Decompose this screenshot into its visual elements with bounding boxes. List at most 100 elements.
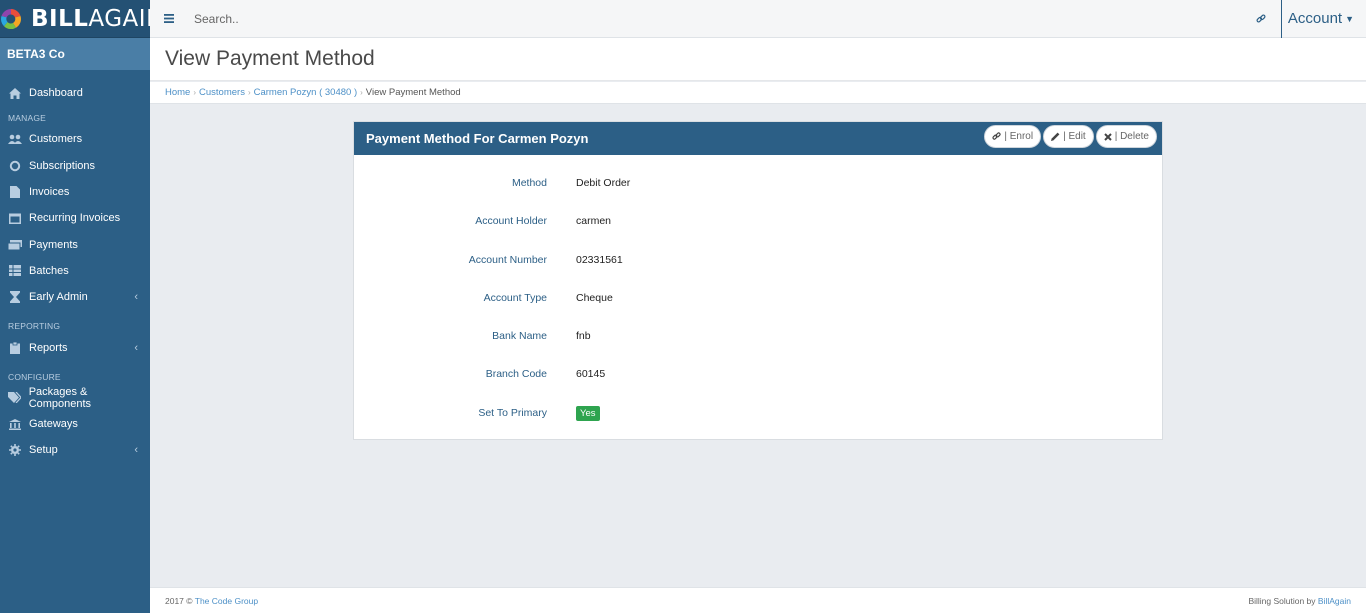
money-icon [8, 239, 22, 251]
detail-value: 60145 [576, 368, 606, 381]
delete-label: | Delete [1114, 131, 1149, 142]
menu-toggle-icon[interactable] [150, 0, 188, 38]
status-badge: Yes [576, 405, 600, 421]
chevron-left-icon: ‹ [134, 444, 138, 457]
breadcrumb: Home › Customers › Carmen Pozyn ( 30480 … [150, 82, 1366, 104]
sidebar-item-reports[interactable]: Reports ‹ [0, 334, 150, 360]
table-icon [8, 265, 22, 277]
card-actions: | Enrol | Edit | Delete [984, 125, 1157, 148]
breadcrumb-home[interactable]: Home [165, 87, 190, 98]
breadcrumb-separator: › [247, 88, 251, 97]
company-link[interactable]: The Code Group [195, 596, 258, 606]
sidebar-item-label: Subscriptions [29, 159, 96, 172]
detail-label: Account Number [468, 253, 547, 266]
detail-row-branch-code: Branch Code 60145 [354, 360, 1162, 398]
detail-label: Account Type [483, 291, 547, 304]
file-icon [8, 186, 22, 199]
close-icon [1103, 132, 1112, 141]
detail-row-bank-name: Bank Name fnb [354, 322, 1162, 360]
sidebar-item-recurring-invoices[interactable]: Recurring Invoices [0, 205, 150, 231]
detail-row-method: Method Debit Order [354, 169, 1162, 207]
chevron-left-icon: ‹ [134, 341, 138, 354]
detail-label: Method [511, 177, 547, 189]
detail-row-account-holder: Account Holder carmen [354, 207, 1162, 245]
bank-icon [8, 418, 22, 430]
brand-name-bold: BILL [31, 5, 89, 32]
caret-down-icon: ▼ [1345, 13, 1354, 24]
sidebar-item-label: Batches [29, 264, 69, 277]
calendar-icon [8, 212, 22, 225]
sidebar-item-label: Dashboard [29, 87, 83, 100]
account-menu[interactable]: Account ▼ [1280, 0, 1366, 38]
detail-row-account-number: Account Number 02331561 [354, 246, 1162, 284]
sidebar-item-subscriptions[interactable]: Subscriptions [0, 153, 150, 179]
sidebar-item-label: Gateways [29, 418, 78, 431]
page-title: View Payment Method [165, 47, 375, 70]
sidebar-item-customers[interactable]: Customers [0, 126, 150, 152]
chevron-left-icon: ‹ [134, 291, 138, 304]
side-nav: Dashboard MANAGE Customers Subscriptions… [0, 70, 150, 464]
sidebar-item-packages[interactable]: Packages & Components [0, 385, 150, 411]
company-name: BETA3 Co [0, 38, 150, 70]
clipboard-icon [8, 341, 22, 354]
brand-name: BILLAGAIN [31, 6, 164, 32]
tags-icon [8, 392, 22, 404]
search-input[interactable]: Search.. [188, 0, 1241, 38]
section-manage: MANAGE [8, 113, 47, 124]
breadcrumb-current: View Payment Method [365, 87, 461, 98]
billagain-logo-icon [0, 0, 22, 38]
pencil-icon [1051, 132, 1060, 141]
detail-row-set-to-primary: Set To Primary Yes [354, 399, 1162, 437]
enrol-label: | Enrol [1004, 131, 1034, 142]
billagain-link[interactable]: BillAgain [1318, 596, 1351, 606]
sidebar: BILLAGAIN BETA3 Co Dashboard MANAGE Cust… [0, 0, 163, 613]
delete-button[interactable]: | Delete [1095, 125, 1157, 148]
card-header: Payment Method For Carmen Pozyn | Enrol … [354, 122, 1162, 155]
detail-label: Branch Code [485, 368, 547, 381]
sidebar-item-setup[interactable]: Setup ‹ [0, 437, 150, 463]
breadcrumb-separator: › [193, 88, 197, 97]
credit-text: Billing Solution by [1248, 595, 1316, 606]
sidebar-item-label: Invoices [29, 186, 70, 199]
breadcrumb-customers[interactable]: Customers [199, 87, 245, 98]
sidebar-item-label: Payments [29, 238, 78, 251]
account-label: Account [1287, 10, 1343, 27]
card-title: Payment Method For Carmen Pozyn [366, 131, 589, 146]
sidebar-item-gateways[interactable]: Gateways [0, 411, 150, 437]
sidebar-item-invoices[interactable]: Invoices [0, 179, 150, 205]
logo-bar[interactable]: BILLAGAIN [0, 0, 163, 38]
sidebar-item-dashboard[interactable]: Dashboard [0, 80, 150, 106]
sidebar-item-payments[interactable]: Payments [0, 231, 150, 257]
sidebar-item-label: Customers [29, 133, 83, 146]
detail-label: Bank Name [492, 330, 547, 343]
home-icon [8, 87, 22, 99]
breadcrumb-customer[interactable]: Carmen Pozyn ( 30480 ) [254, 87, 358, 98]
detail-label: Set To Primary [478, 406, 547, 419]
detail-row-account-type: Account Type Cheque [354, 284, 1162, 322]
sidebar-item-batches[interactable]: Batches [0, 258, 150, 284]
gear-icon [8, 444, 22, 457]
edit-button[interactable]: | Edit [1043, 125, 1094, 148]
link-icon[interactable] [1241, 0, 1281, 38]
detail-label: Account Holder [475, 215, 547, 228]
section-configure: CONFIGURE [8, 371, 61, 382]
footer: 2017 © The Code Group Billing Solution b… [150, 587, 1366, 613]
refresh-icon [8, 160, 22, 172]
sidebar-item-label: Early Admin [29, 291, 88, 304]
page-header: View Payment Method [150, 38, 1366, 81]
detail-value: Cheque [576, 291, 613, 304]
detail-value: fnb [576, 330, 591, 343]
sidebar-item-label: Packages & Components [28, 385, 92, 410]
sidebar-item-label: Setup [29, 444, 58, 457]
sidebar-item-early-admin[interactable]: Early Admin ‹ [0, 284, 150, 310]
sidebar-item-label: Reports [29, 341, 68, 354]
edit-label: | Edit [1063, 131, 1086, 142]
footer-credit: Billing Solution by BillAgain [1248, 596, 1351, 606]
payment-method-card: Payment Method For Carmen Pozyn | Enrol … [353, 121, 1163, 440]
detail-value: carmen [576, 215, 612, 228]
detail-value: Debit Order [576, 177, 631, 189]
sidebar-item-label: Recurring Invoices [29, 212, 121, 225]
hourglass-icon [8, 291, 22, 304]
detail-list: Method Debit Order Account Holder carmen… [354, 155, 1162, 437]
enrol-button[interactable]: | Enrol [984, 125, 1042, 148]
